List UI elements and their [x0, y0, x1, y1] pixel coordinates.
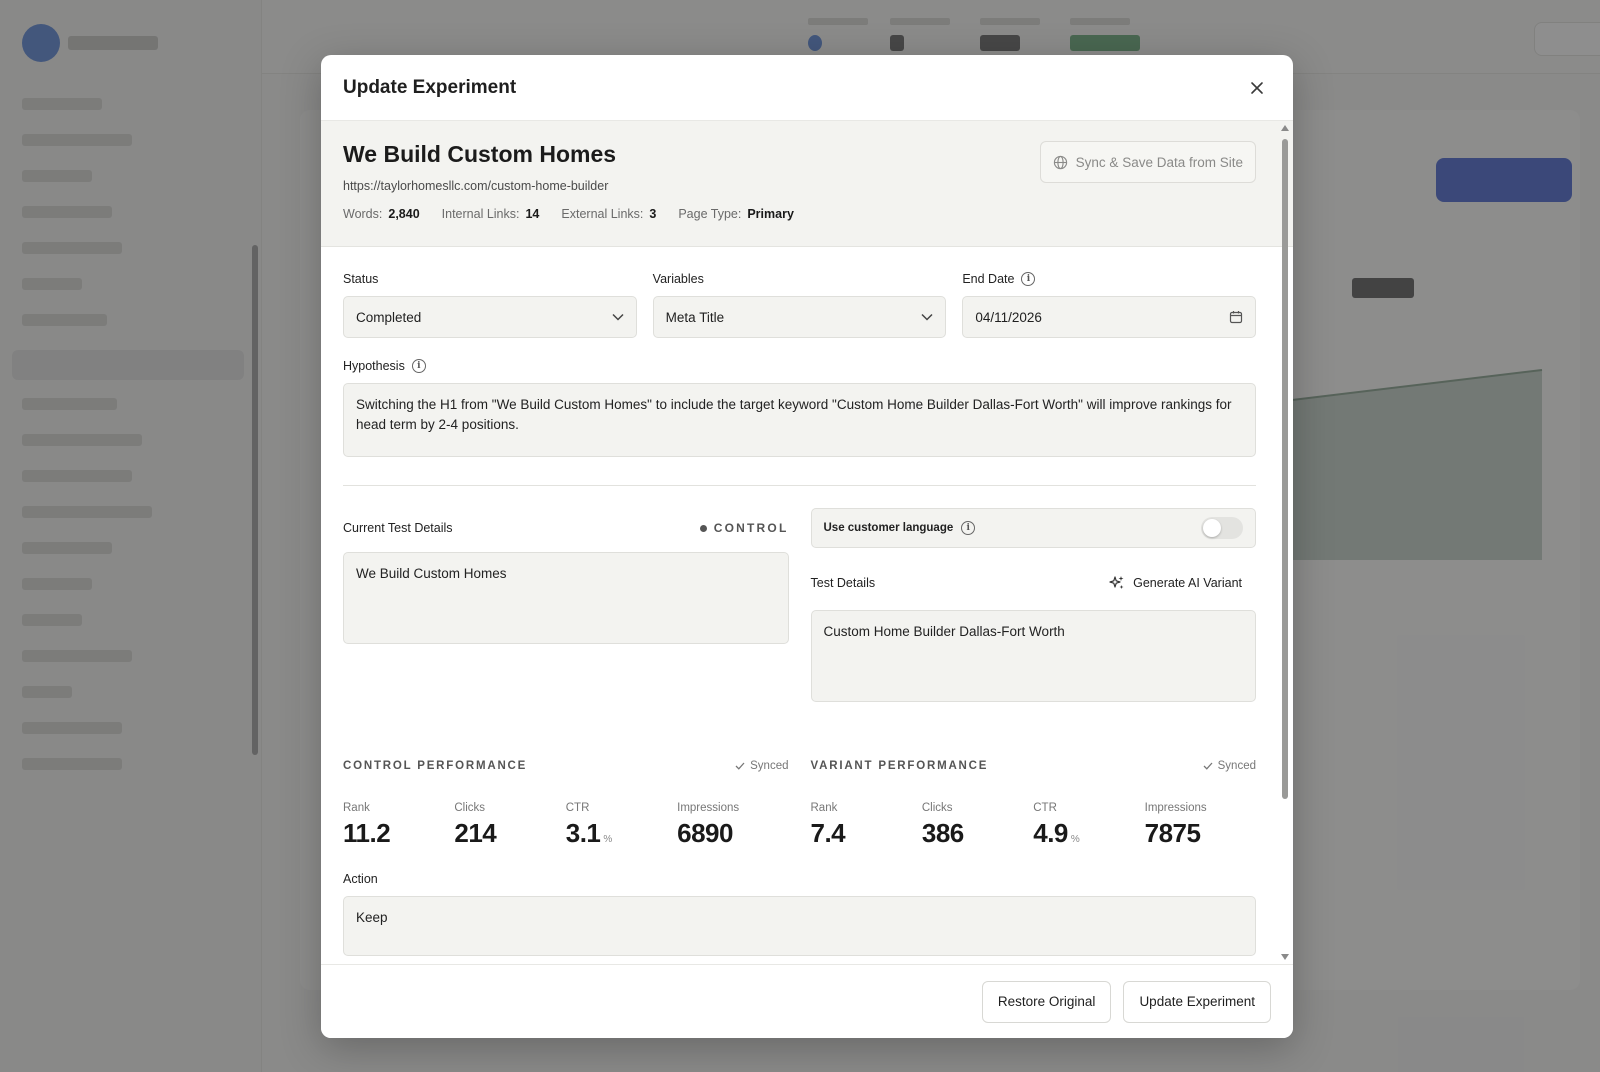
- variant-rank-metric: Rank 7.4: [810, 802, 846, 848]
- status-field: Status Completed: [343, 271, 637, 338]
- sparkle-icon: [1109, 576, 1124, 589]
- page-summary-card: We Build Custom Homes https://taylorhome…: [321, 121, 1293, 247]
- section-divider: [343, 485, 1256, 486]
- control-rank-metric: Rank 11.2: [343, 802, 391, 848]
- modal-footer: Restore Original Update Experiment: [321, 964, 1293, 1038]
- hypothesis-label-row: Hypothesis i: [343, 358, 1256, 374]
- scroll-down-icon[interactable]: [1281, 954, 1289, 960]
- generate-ai-variant-button[interactable]: Generate AI Variant: [1109, 575, 1242, 591]
- check-icon: [1203, 762, 1213, 770]
- stat-words: Words: 2,840: [343, 207, 420, 221]
- end-date-input[interactable]: 04/11/2026: [962, 296, 1257, 338]
- variant-performance: VARIANT PERFORMANCE Synced Rank 7.4 Click…: [811, 760, 1257, 849]
- status-select[interactable]: Completed: [343, 296, 637, 338]
- hypothesis-textarea[interactable]: Switching the H1 from "We Build Custom H…: [343, 383, 1256, 457]
- modal-body: We Build Custom Homes https://taylorhome…: [321, 121, 1293, 964]
- customer-language-toggle[interactable]: [1201, 517, 1243, 539]
- variant-impressions-metric: Impressions 7875: [1144, 802, 1207, 848]
- chevron-down-icon: [921, 313, 933, 321]
- test-details-textarea[interactable]: Custom Home Builder Dallas-Fort Worth: [810, 610, 1256, 702]
- hypothesis-label: Hypothesis: [343, 359, 405, 373]
- experiment-form: Status Completed Variables Meta Title En…: [321, 247, 1293, 956]
- customer-language-row: Use customer language i: [810, 508, 1256, 548]
- status-label: Status: [343, 272, 379, 286]
- action-textarea[interactable]: Keep: [343, 896, 1256, 956]
- info-icon[interactable]: i: [1021, 272, 1036, 286]
- calendar-icon[interactable]: [1229, 310, 1243, 324]
- customer-language-label: Use customer language: [823, 522, 954, 534]
- control-clicks-metric: Clicks 214: [454, 802, 497, 848]
- end-date-value: 04/11/2026: [975, 309, 1042, 325]
- end-date-label: End Date: [962, 272, 1015, 286]
- variables-value: Meta Title: [665, 309, 725, 325]
- sync-save-label: Sync & Save Data from Site: [1075, 154, 1243, 170]
- update-experiment-modal: Update Experiment We Build Custom Homes …: [321, 55, 1293, 1038]
- control-impressions-metric: Impressions 6890: [677, 802, 740, 848]
- stat-page-type: Page Type: Primary: [678, 207, 794, 221]
- control-performance: CONTROL PERFORMANCE Synced Rank 11.2 Clic…: [343, 760, 789, 849]
- variant-synced-status: Synced: [1203, 760, 1256, 772]
- modal-scrollbar[interactable]: [1279, 121, 1291, 964]
- restore-original-button[interactable]: Restore Original: [981, 980, 1112, 1023]
- stat-internal-links: Internal Links: 14: [441, 207, 540, 221]
- variant-ctr-metric: CTR 4.9%: [1033, 802, 1080, 848]
- control-synced-status: Synced: [735, 760, 789, 772]
- stat-external-links: External Links: 3: [561, 207, 657, 221]
- end-date-label-row: End Date i: [962, 271, 1256, 287]
- status-value: Completed: [356, 309, 422, 325]
- sync-save-button[interactable]: Sync & Save Data from Site: [1039, 141, 1256, 183]
- variables-field: Variables Meta Title: [652, 271, 947, 338]
- current-test-details-label: Current Test Details: [343, 521, 453, 535]
- variant-clicks-metric: Clicks 386: [921, 802, 964, 848]
- control-performance-title: CONTROL PERFORMANCE: [343, 760, 528, 772]
- chevron-down-icon: [612, 313, 624, 321]
- variables-label: Variables: [652, 272, 704, 286]
- variables-select[interactable]: Meta Title: [652, 296, 947, 338]
- test-details-label: Test Details: [810, 576, 876, 590]
- update-experiment-button[interactable]: Update Experiment: [1123, 980, 1271, 1023]
- end-date-field: End Date i 04/11/2026: [962, 271, 1257, 338]
- control-ctr-metric: CTR 3.1%: [565, 802, 613, 848]
- close-icon: [1251, 81, 1263, 94]
- modal-header: Update Experiment: [321, 55, 1293, 121]
- action-label: Action: [343, 872, 378, 886]
- control-column: Current Test Details CONTROL We Build Cu…: [343, 508, 789, 702]
- variant-column: Use customer language i Test Details Gen…: [810, 508, 1256, 702]
- globe-icon: [1053, 155, 1067, 169]
- page-stats: Words: 2,840 Internal Links: 14 External L…: [343, 207, 1271, 221]
- info-icon[interactable]: i: [411, 359, 426, 373]
- modal-title: Update Experiment: [343, 76, 517, 98]
- control-dot-icon: [699, 524, 707, 532]
- variant-performance-title: VARIANT PERFORMANCE: [810, 760, 989, 772]
- current-test-details-textarea[interactable]: We Build Custom Homes: [343, 552, 789, 644]
- scroll-thumb[interactable]: [1282, 139, 1288, 799]
- scroll-up-icon[interactable]: [1281, 125, 1289, 131]
- control-badge: CONTROL: [699, 521, 789, 535]
- check-icon: [735, 762, 745, 770]
- info-icon[interactable]: i: [961, 521, 976, 535]
- close-button[interactable]: [1243, 74, 1271, 102]
